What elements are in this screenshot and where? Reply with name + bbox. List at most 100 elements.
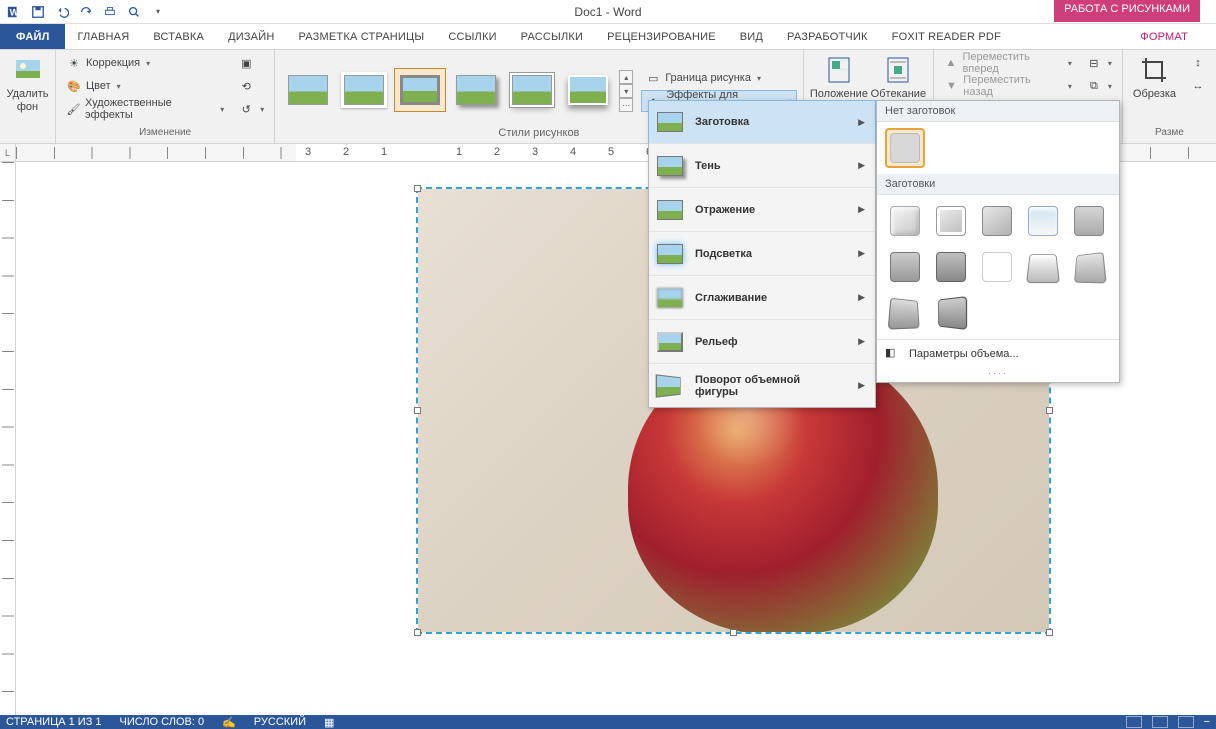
- picture-style-5[interactable]: [506, 68, 558, 112]
- wrap-text-button[interactable]: Обтекание: [870, 52, 926, 103]
- fx-glow-item[interactable]: Подсветка▶: [649, 231, 875, 275]
- remove-background-button[interactable]: Удалитьфон: [6, 52, 49, 116]
- preset-11[interactable]: [885, 293, 925, 333]
- gallery-down-button[interactable]: ▾: [619, 84, 633, 98]
- tab-view[interactable]: ВИД: [728, 24, 775, 49]
- fx-reflection-item[interactable]: Отражение▶: [649, 187, 875, 231]
- ruler-corner: L: [0, 144, 16, 162]
- tab-file[interactable]: ФАЙЛ: [0, 24, 65, 49]
- preset-4[interactable]: [1023, 201, 1063, 241]
- border-icon: ▭: [645, 70, 661, 86]
- save-icon[interactable]: [28, 2, 48, 22]
- send-backward-button[interactable]: ▼Переместить назад▾: [940, 75, 1076, 97]
- bring-forward-button[interactable]: ▲Переместить вперед▾: [940, 52, 1076, 74]
- qat-customize-icon[interactable]: ▾: [148, 2, 168, 22]
- adjust-group-label: Изменение: [62, 127, 268, 143]
- tab-insert[interactable]: ВСТАВКА: [141, 24, 216, 49]
- preset-2[interactable]: [931, 201, 971, 241]
- reset-picture-button[interactable]: ↺▾: [234, 98, 268, 120]
- undo-icon[interactable]: [52, 2, 72, 22]
- preset-5[interactable]: [1069, 201, 1109, 241]
- bevel-icon: [657, 332, 683, 352]
- tab-review[interactable]: РЕЦЕНЗИРОВАНИЕ: [595, 24, 728, 49]
- page-count[interactable]: СТРАНИЦА 1 ИЗ 1: [6, 716, 102, 728]
- preset-12[interactable]: [931, 293, 971, 333]
- compress-button[interactable]: ▣: [234, 52, 268, 74]
- picture-style-2[interactable]: [338, 68, 390, 112]
- artistic-effects-button[interactable]: 🖌Художественные эффекты▾: [62, 98, 228, 120]
- fx-preset-item[interactable]: Заготовка▶: [648, 100, 876, 144]
- chevron-right-icon: ▶: [858, 160, 865, 171]
- resize-handle-br[interactable]: [1046, 629, 1053, 636]
- fx-softedge-item[interactable]: Сглаживание▶: [649, 275, 875, 319]
- preset-9[interactable]: [1023, 247, 1063, 287]
- word-icon[interactable]: W: [4, 2, 24, 22]
- tab-mailings[interactable]: РАССЫЛКИ: [509, 24, 595, 49]
- color-button[interactable]: 🎨Цвет▾: [62, 75, 228, 97]
- language-indicator[interactable]: РУССКИЙ: [254, 716, 306, 728]
- gallery-up-button[interactable]: ▴: [619, 70, 633, 84]
- align-button[interactable]: ⊟▾: [1082, 52, 1116, 74]
- width-field[interactable]: ↔: [1186, 75, 1210, 97]
- picture-style-6[interactable]: [562, 68, 614, 112]
- height-icon: ↕: [1190, 55, 1206, 71]
- tab-home[interactable]: ГЛАВНАЯ: [65, 24, 141, 49]
- reset-icon: ↺: [238, 101, 254, 117]
- preset-10[interactable]: [1069, 247, 1109, 287]
- zoom-out-button[interactable]: −: [1204, 716, 1210, 728]
- quickprint-icon[interactable]: [100, 2, 120, 22]
- tab-format[interactable]: ФОРМАТ: [1128, 24, 1200, 49]
- tab-design[interactable]: ДИЗАЙН: [216, 24, 286, 49]
- vertical-ruler[interactable]: [0, 162, 16, 715]
- resize-handle-tl[interactable]: [414, 185, 421, 192]
- print-layout-button[interactable]: [1152, 716, 1168, 728]
- picture-border-button[interactable]: ▭Граница рисунка▾: [641, 67, 796, 89]
- macro-icon[interactable]: ▦: [324, 716, 334, 729]
- tab-references[interactable]: ССЫЛКИ: [436, 24, 508, 49]
- chevron-right-icon: ▶: [858, 117, 865, 128]
- picture-style-4[interactable]: [450, 68, 502, 112]
- resize-grip[interactable]: ····: [877, 368, 1119, 378]
- corrections-button[interactable]: ☀Коррекция▾: [62, 52, 228, 74]
- 3d-options-button[interactable]: ◧ Параметры объема...: [877, 339, 1119, 368]
- picture-effects-menu: Заготовка▶ Тень▶ Отражение▶ Подсветка▶ С…: [648, 100, 876, 408]
- change-picture-button[interactable]: ⟲: [234, 75, 268, 97]
- read-mode-button[interactable]: [1126, 716, 1142, 728]
- tab-foxit[interactable]: FOXIT READER PDF: [880, 24, 1013, 49]
- preset-8[interactable]: [977, 247, 1017, 287]
- group-button[interactable]: ⧉▾: [1082, 75, 1116, 97]
- resize-handle-l[interactable]: [414, 407, 421, 414]
- position-icon: [823, 54, 855, 86]
- preset-7[interactable]: [931, 247, 971, 287]
- resize-handle-bl[interactable]: [414, 629, 421, 636]
- resize-handle-b[interactable]: [730, 629, 737, 636]
- word-count[interactable]: ЧИСЛО СЛОВ: 0: [120, 716, 205, 728]
- crop-icon: [1138, 54, 1170, 86]
- height-field[interactable]: ↕: [1186, 52, 1210, 74]
- tab-developer[interactable]: РАЗРАБОТЧИК: [775, 24, 880, 49]
- wrap-icon: [882, 54, 914, 86]
- fx-shadow-item[interactable]: Тень▶: [649, 143, 875, 187]
- web-layout-button[interactable]: [1178, 716, 1194, 728]
- preset-3[interactable]: [977, 201, 1017, 241]
- compress-icon: ▣: [238, 55, 254, 71]
- title-bar: W ▾ Doc1 - Word РАБОТА С РИСУНКАМИ: [0, 0, 1216, 24]
- gallery-more-button[interactable]: ⋯: [619, 98, 633, 112]
- redo-icon[interactable]: [76, 2, 96, 22]
- context-tab-label: РАБОТА С РИСУНКАМИ: [1054, 0, 1200, 22]
- resize-handle-r[interactable]: [1046, 407, 1053, 414]
- tab-layout[interactable]: РАЗМЕТКА СТРАНИЦЫ: [286, 24, 436, 49]
- picture-style-3[interactable]: [394, 68, 446, 112]
- preset-none[interactable]: [885, 128, 925, 168]
- preview-icon[interactable]: [124, 2, 144, 22]
- status-bar: СТРАНИЦА 1 ИЗ 1 ЧИСЛО СЛОВ: 0 ✍ РУССКИЙ …: [0, 715, 1216, 729]
- fx-bevel-item[interactable]: Рельеф▶: [649, 319, 875, 363]
- position-button[interactable]: Положение: [810, 52, 869, 103]
- chevron-right-icon: ▶: [858, 380, 865, 391]
- crop-button[interactable]: Обрезка: [1129, 52, 1180, 103]
- fx-3drotation-item[interactable]: Поворот объемной фигуры▶: [649, 363, 875, 407]
- picture-style-1[interactable]: [282, 68, 334, 112]
- preset-6[interactable]: [885, 247, 925, 287]
- proofing-icon[interactable]: ✍: [222, 716, 236, 729]
- preset-1[interactable]: [885, 201, 925, 241]
